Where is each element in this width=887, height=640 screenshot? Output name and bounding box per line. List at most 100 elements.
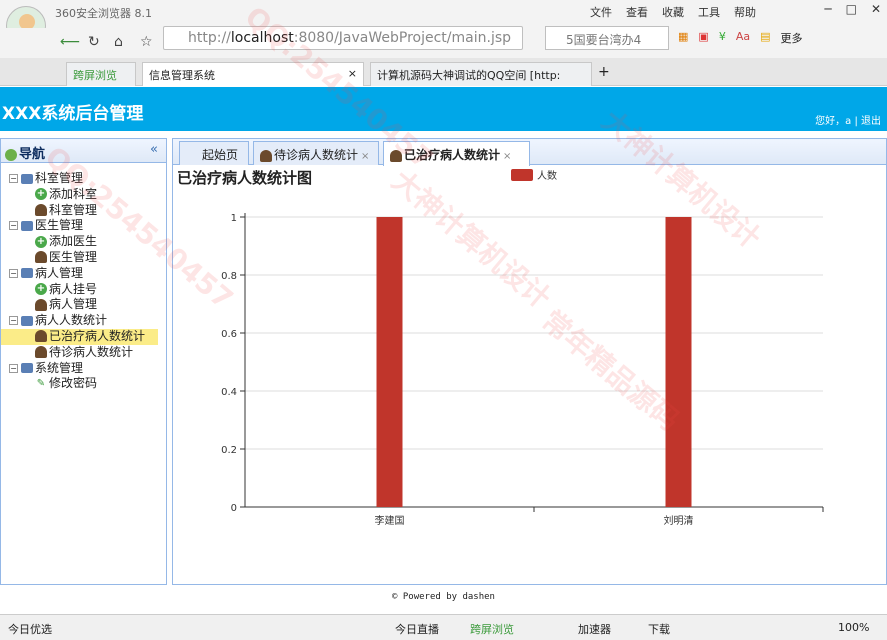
extension-bar: ▦ ▣ ¥ Aa ▤ 更多 (678, 30, 802, 46)
search-input[interactable]: 5国要台湾办4 (545, 26, 669, 50)
tab-treated-stats[interactable]: 已治疗病人数统计 × (383, 141, 530, 166)
collapse-toggle-icon[interactable]: − (9, 268, 18, 278)
collapse-icon[interactable]: « (150, 142, 158, 157)
close-icon[interactable]: ✕ (871, 2, 881, 16)
tree-group[interactable]: − 科室管理 (1, 171, 166, 187)
tree-item-label: 已治疗病人数统计 (49, 328, 146, 343)
collapse-toggle-icon[interactable]: − (9, 316, 18, 326)
star-icon[interactable]: ☆ (140, 34, 153, 50)
y-tick-label: 0.2 (221, 445, 237, 456)
collapse-toggle-icon[interactable]: − (9, 174, 18, 183)
legend-swatch (511, 169, 533, 181)
status-accelerator[interactable]: 加速器 (578, 621, 611, 637)
status-live[interactable]: 今日直播 (395, 621, 439, 637)
tab-close-icon[interactable]: × (503, 151, 511, 162)
menu-help[interactable]: 帮助 (734, 4, 756, 20)
nav-title: 导航 (19, 147, 46, 162)
url-host: localhost (230, 30, 294, 46)
back-icon[interactable]: ⟵ (60, 34, 80, 50)
patient-icon (260, 149, 272, 162)
user-links[interactable]: 您好，a | 退出 (815, 112, 881, 127)
page-tabs: 起始页 待诊病人数统计 × 已治疗病人数统计 × (173, 139, 886, 166)
tab-waiting-stats[interactable]: 待诊病人数统计 × (253, 141, 379, 165)
search-text: 5国要台湾办4 (566, 33, 642, 47)
tree-item[interactable]: 医生管理 (1, 250, 166, 266)
tab-label: 待诊病人数统计 (274, 148, 359, 162)
menu-view[interactable]: 查看 (626, 4, 648, 20)
status-cross-screen[interactable]: 跨屏浏览 (470, 621, 514, 637)
tab-label: 已治疗病人数统计 (404, 148, 501, 162)
extension-icon[interactable]: ▦ (678, 30, 688, 46)
tree-item-label: 病人挂号 (49, 281, 98, 296)
url-prefix: http:// (188, 30, 231, 46)
tree-item[interactable]: 已治疗病人数统计 (1, 328, 158, 345)
collapse-toggle-icon[interactable]: − (9, 363, 18, 373)
extension-icon[interactable]: ▤ (760, 30, 770, 46)
window-controls: ─ □ ✕ (824, 2, 881, 16)
status-download[interactable]: 下载 (648, 621, 670, 637)
tree-item-label: 科室管理 (49, 202, 98, 217)
tab-close-icon[interactable]: × (361, 151, 369, 162)
computer-icon (21, 173, 33, 184)
powered-by: © Powered by dashen (392, 592, 495, 602)
add-icon: + (35, 283, 47, 296)
tree-group[interactable]: − 医生管理 (1, 218, 166, 234)
tree-item[interactable]: ✎ 修改密码 (1, 376, 166, 392)
computer-icon (21, 268, 33, 279)
tree-item-label: 病人管理 (49, 297, 98, 312)
status-zoom[interactable]: 100% (838, 621, 869, 634)
browser-tab-cross[interactable]: 跨屏浏览 (66, 62, 136, 86)
extension-icon[interactable]: ▣ (698, 30, 708, 46)
tree-item[interactable]: 待诊病人数统计 (1, 345, 166, 361)
tree-item-label: 修改密码 (49, 376, 98, 391)
tree-item[interactable]: + 添加科室 (1, 187, 166, 203)
browser-tab[interactable]: 计算机源码大神调试的QQ空间 [http: (370, 62, 592, 86)
tree-group[interactable]: − 系统管理 (1, 361, 166, 377)
tree-group-label: 病人管理 (35, 265, 84, 280)
tree-group[interactable]: − 病人管理 (1, 266, 166, 282)
tree-item[interactable]: + 添加医生 (1, 234, 166, 250)
refresh-icon[interactable]: ↻ (88, 34, 100, 50)
tree-item-label: 医生管理 (49, 249, 98, 264)
browser-app-title: 360安全浏览器 8.1 (55, 7, 152, 20)
pencil-icon: ✎ (36, 377, 46, 389)
tree-item[interactable]: + 病人挂号 (1, 282, 166, 298)
tab-home[interactable]: 起始页 (179, 141, 249, 165)
browser-tabbar: 跨屏浏览 信息管理系统 × 计算机源码大神调试的QQ空间 [http: + (0, 58, 887, 86)
browser-tab-active[interactable]: 信息管理系统 × (142, 62, 364, 86)
minimize-icon[interactable]: ─ (824, 2, 831, 16)
tab-close-icon[interactable]: × (348, 67, 357, 80)
tree-item[interactable]: 病人管理 (1, 297, 166, 313)
menu-favorites[interactable]: 收藏 (662, 4, 684, 20)
tree-group-label: 系统管理 (35, 360, 84, 375)
nav-tree: − 科室管理 + 添加科室 科室管理 − 医生管理 + 添加医生 医生管理 − 病人管理 + 病人挂号 病人… (1, 163, 166, 392)
x-tick-label: 刘明清 (664, 514, 694, 527)
collapse-toggle-icon[interactable]: − (9, 221, 18, 231)
extension-icon[interactable]: ¥ (719, 30, 726, 46)
tree-item-label: 添加医生 (49, 234, 98, 249)
y-tick-label: 0.4 (221, 387, 237, 398)
nav-panel: 导航 « − 科室管理 + 添加科室 科室管理 − 医生管理 + 添加医生 医生管理 − 病人管理 + 病… (0, 138, 167, 585)
browser-tab-label: 跨屏浏览 (73, 69, 117, 82)
menu-tools[interactable]: 工具 (698, 4, 720, 20)
tree-group[interactable]: − 病人人数统计 (1, 313, 166, 329)
add-icon: + (35, 235, 47, 248)
browser-tab-label: 计算机源码大神调试的QQ空间 [http: (377, 69, 561, 82)
y-tick-label: 0.8 (221, 271, 237, 282)
user-icon (35, 346, 47, 359)
browser-titlebar: 360安全浏览器 8.1 文件 查看 收藏 工具 帮助 ─ □ ✕ (0, 0, 887, 28)
home-icon[interactable]: ⌂ (114, 34, 123, 50)
tree-group-label: 科室管理 (35, 171, 84, 185)
system-title: XXX系统后台管理 (2, 104, 144, 124)
status-daily-picks[interactable]: 今日优选 (8, 621, 52, 637)
url-path: :8080/JavaWebProject/main.jsp (293, 30, 512, 46)
tree-item-label: 待诊病人数统计 (49, 344, 134, 359)
maximize-icon[interactable]: □ (846, 2, 857, 16)
more-button[interactable]: 更多 (780, 30, 802, 46)
tree-item[interactable]: 科室管理 (1, 203, 166, 219)
x-tick-label: 李建国 (375, 514, 405, 527)
menu-file[interactable]: 文件 (590, 4, 612, 20)
new-tab-icon[interactable]: + (598, 64, 610, 80)
address-bar[interactable]: http://localhost:8080/JavaWebProject/mai… (163, 26, 523, 50)
extension-icon[interactable]: Aa (736, 30, 750, 46)
